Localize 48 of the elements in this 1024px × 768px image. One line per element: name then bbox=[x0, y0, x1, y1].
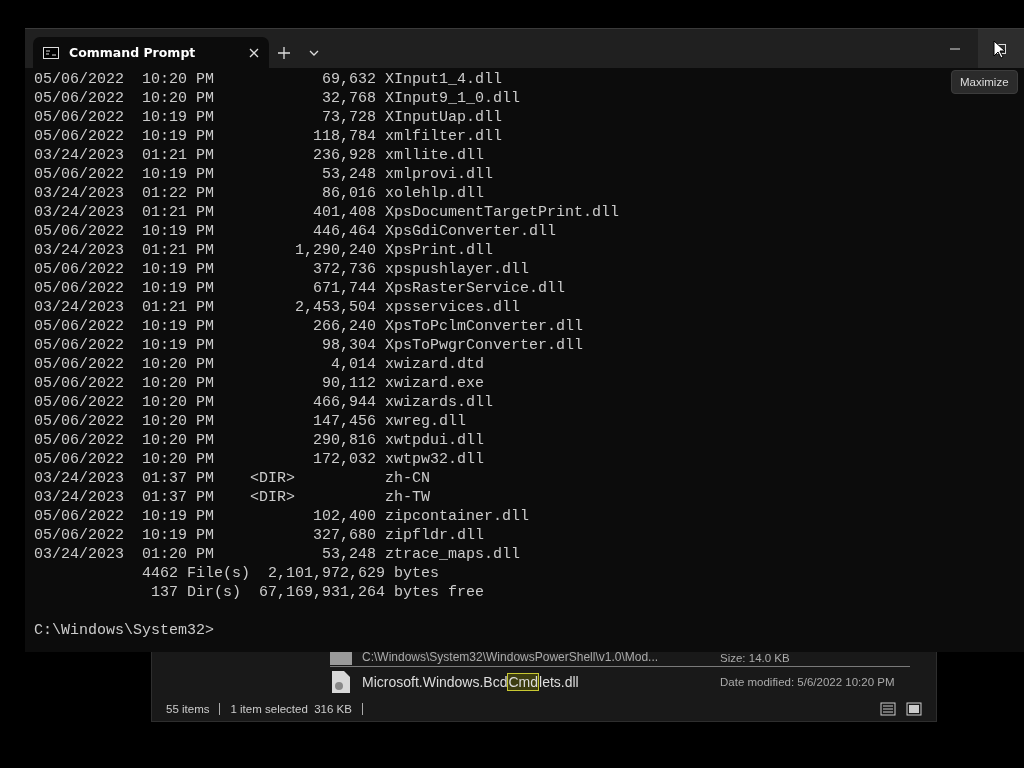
terminal-tab[interactable]: Command Prompt bbox=[33, 37, 269, 68]
item-count: 55 items bbox=[166, 703, 210, 715]
console-line: 05/06/2022 10:20 PM 466,944 xwizards.dll bbox=[34, 393, 494, 412]
console-line: 03/24/2023 01:20 PM 53,248 ztrace_maps.dll bbox=[34, 545, 521, 564]
console-line: 05/06/2022 10:20 PM 290,816 xwtpdui.dll bbox=[34, 431, 485, 450]
console-line: 05/06/2022 10:19 PM 266,240 XpsToPclmConverter.dll bbox=[34, 317, 584, 336]
console-line: 03/24/2023 01:21 PM 401,408 XpsDocumentTargetPrint.dll bbox=[34, 203, 620, 222]
minimize-icon bbox=[950, 47, 960, 50]
console-line: 03/24/2023 01:37 PM <DIR> zh-CN bbox=[34, 469, 431, 488]
folder-path: C:\Windows\System32\WindowsPowerShell\v1.0\Mod... bbox=[362, 650, 659, 665]
console-line: 05/06/2022 10:19 PM 671,744 XpsRasterService.dll bbox=[34, 279, 566, 298]
console-icon bbox=[43, 46, 59, 59]
console-line: 05/06/2022 10:20 PM 172,032 xwtpw32.dll bbox=[34, 450, 485, 469]
console-line: 05/06/2022 10:20 PM 147,456 xwreg.dll bbox=[34, 412, 467, 431]
maximize-button[interactable] bbox=[978, 29, 1024, 68]
console-line: 05/06/2022 10:19 PM 53,248 xmlprovi.dll bbox=[34, 165, 494, 184]
console-line: 03/24/2023 01:22 PM 86,016 xolehlp.dll bbox=[34, 184, 485, 203]
chevron-down-icon bbox=[309, 49, 319, 56]
console-line: 05/06/2022 10:19 PM 98,304 XpsToPwgrConverter.dll bbox=[34, 336, 584, 355]
console-line: 05/06/2022 10:19 PM 446,464 XpsGdiConverter.dll bbox=[34, 222, 557, 241]
tooltip: Maximize bbox=[951, 70, 1018, 94]
console-line: 05/06/2022 10:19 PM 102,400 zipcontainer.dll bbox=[34, 507, 530, 526]
console-line: 03/24/2023 01:21 PM 1,290,240 XpsPrint.dll bbox=[34, 241, 494, 260]
console-line: 05/06/2022 10:20 PM 69,632 XInput1_4.dll bbox=[34, 70, 503, 89]
console-line: 03/24/2023 01:37 PM <DIR> zh-TW bbox=[34, 488, 431, 507]
mouse-cursor-icon bbox=[993, 40, 1005, 59]
console-line: 05/06/2022 10:19 PM 327,680 zipfldr.dll bbox=[34, 526, 485, 545]
selection-info: 1 item selected 316 KB bbox=[230, 703, 352, 715]
file-meta: Date modified: 5/6/2022 10:20 PM bbox=[720, 676, 896, 688]
console-line: 05/06/2022 10:20 PM 4,014 xwizard.dtd bbox=[34, 355, 485, 374]
file-meta: Size: 14.0 KB bbox=[720, 651, 791, 664]
command-prompt: C:\Windows\System32> bbox=[34, 621, 215, 640]
details-view-icon[interactable] bbox=[880, 702, 896, 716]
console-line: 05/06/2022 10:20 PM 32,768 XInput9_1_0.dll bbox=[34, 89, 521, 108]
console-line: 4462 File(s) 2,101,972,629 bytes bbox=[141, 564, 440, 583]
console-line: 05/06/2022 10:19 PM 73,728 XInputUap.dll bbox=[34, 108, 503, 127]
maximize-icon bbox=[996, 43, 1006, 54]
console-line: 05/06/2022 10:19 PM 372,736 xpspushlayer.dll bbox=[34, 260, 530, 279]
file-name[interactable]: Microsoft.Windows.BcdCmd lets.dll bbox=[362, 674, 662, 690]
close-icon[interactable] bbox=[249, 47, 259, 58]
console-line: 05/06/2022 10:19 PM 118,784 xmlfilter.dll bbox=[34, 127, 503, 146]
console-line: 03/24/2023 01:21 PM 2,453,504 xpsservices.dll bbox=[34, 298, 521, 317]
tiles-view-icon[interactable] bbox=[906, 702, 922, 716]
tab-title: Command Prompt bbox=[69, 45, 197, 60]
plus-icon bbox=[278, 46, 290, 59]
console-line: 137 Dir(s) 67,169,931,264 bytes free bbox=[150, 583, 485, 602]
console-line: 03/24/2023 01:21 PM 236,928 xmllite.dll bbox=[34, 146, 485, 165]
console-line: 05/06/2022 10:20 PM 90,112 xwizard.exe bbox=[34, 374, 485, 393]
